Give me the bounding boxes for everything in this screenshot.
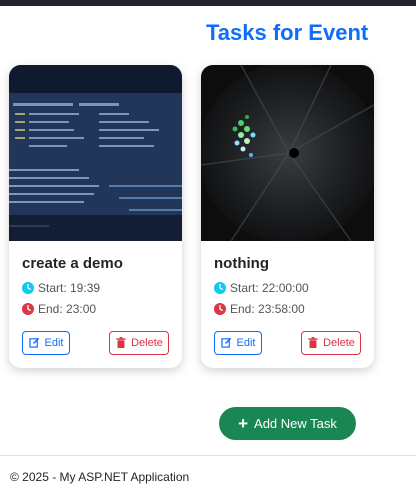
task-image: [9, 65, 182, 241]
task-end-text: End: 23:58:00: [230, 302, 305, 316]
task-card: create a demo Start: 19:39 End: 23:00 Ed…: [9, 65, 182, 368]
trash-icon: [307, 337, 319, 349]
delete-button[interactable]: Delete: [301, 331, 361, 355]
task-start-text: Start: 19:39: [38, 281, 101, 295]
edit-label: Edit: [44, 337, 64, 349]
clock-icon: [214, 282, 226, 294]
task-start: Start: 19:39: [22, 281, 100, 295]
trash-icon: [115, 337, 127, 349]
edit-button[interactable]: Edit: [22, 331, 70, 355]
plus-icon: +: [238, 414, 249, 433]
edit-icon: [29, 337, 41, 349]
footer-divider: [0, 455, 416, 456]
clock-end-icon: [22, 303, 34, 315]
clock-end-icon: [214, 303, 226, 315]
footer-text: © 2025 - My ASP.NET Application: [10, 470, 190, 484]
task-end: End: 23:58:00: [214, 302, 305, 316]
task-title: create a demo: [22, 255, 123, 272]
delete-button[interactable]: Delete: [109, 331, 169, 355]
task-end: End: 23:00: [22, 302, 96, 316]
top-navbar: [0, 0, 416, 6]
add-task-button[interactable]: + Add New Task: [219, 407, 356, 440]
task-start-text: Start: 22:00:00: [230, 281, 309, 295]
clock-icon: [22, 282, 34, 294]
task-card: nothing Start: 22:00:00 End: 23:58:00 Ed…: [201, 65, 374, 368]
edit-button[interactable]: Edit: [214, 331, 262, 355]
add-task-label: Add New Task: [254, 416, 337, 431]
task-title: nothing: [214, 255, 269, 272]
edit-icon: [221, 337, 233, 349]
task-start: Start: 22:00:00: [214, 281, 309, 295]
delete-label: Delete: [323, 337, 355, 349]
edit-label: Edit: [236, 337, 256, 349]
delete-label: Delete: [131, 337, 163, 349]
task-image: [201, 65, 374, 241]
task-end-text: End: 23:00: [38, 302, 97, 316]
page-title: Tasks for Event: [206, 20, 369, 45]
